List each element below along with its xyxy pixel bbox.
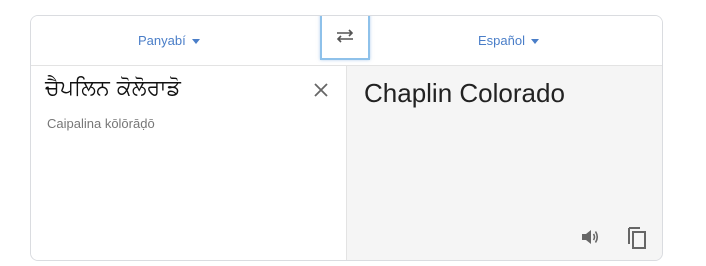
- language-bar: Panyabí Español: [31, 16, 662, 66]
- listen-button[interactable]: [579, 226, 601, 248]
- speaker-icon: [582, 230, 599, 244]
- chevron-down-icon: [191, 39, 200, 44]
- swap-languages-button[interactable]: [320, 16, 370, 60]
- copy-icon: [628, 227, 646, 249]
- source-panel[interactable]: ਚੈਪਲਿਨ ਕੋਲੋਰਾਡੋ Caipalina kōlōrāḍō: [31, 66, 346, 260]
- swap-arrows-icon: [336, 29, 354, 43]
- source-text[interactable]: ਚੈਪਲਿਨ ਕੋਲੋਰਾਡੋ: [45, 76, 181, 101]
- transliteration-text: Caipalina kōlōrāḍō: [47, 116, 155, 131]
- source-language-label: Panyabí: [138, 33, 186, 48]
- target-panel: Chaplin Colorado: [346, 66, 662, 260]
- target-language-label: Español: [478, 33, 525, 48]
- target-language-selector[interactable]: Español: [478, 33, 539, 48]
- close-icon: [314, 83, 328, 97]
- source-language-selector[interactable]: Panyabí: [138, 33, 200, 48]
- clear-source-button[interactable]: [309, 78, 333, 102]
- chevron-down-icon: [530, 39, 539, 44]
- translation-text: Chaplin Colorado: [364, 78, 565, 108]
- translate-card: Panyabí Español ਚੈਪਲਿਨ ਕੋਲੋਰਾਡੋ Caipalin…: [30, 15, 663, 261]
- copy-button[interactable]: [625, 224, 649, 250]
